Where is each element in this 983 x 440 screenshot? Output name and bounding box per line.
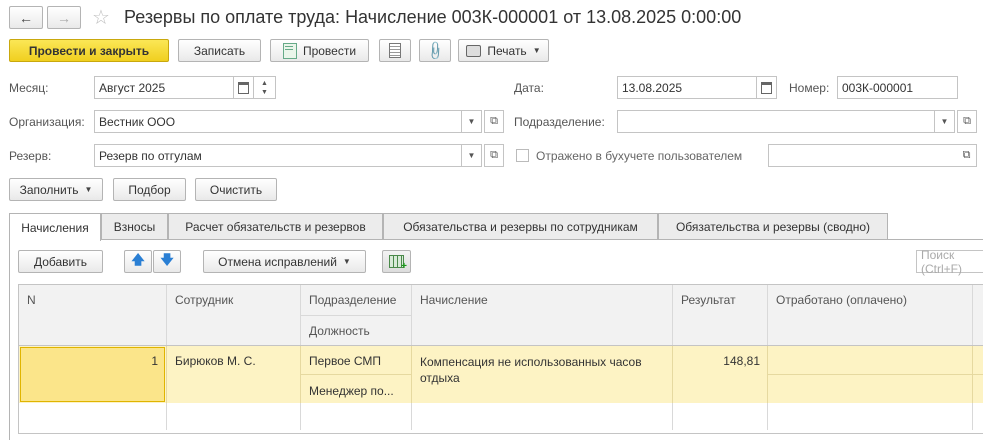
report-button[interactable] bbox=[379, 39, 411, 62]
dropdown-caret-icon: ▼ bbox=[342, 257, 351, 266]
date-field[interactable]: 13.08.2025 bbox=[617, 76, 757, 99]
back-button[interactable]: ← bbox=[9, 6, 43, 29]
tab-liabilities-by-employee[interactable]: Обязательства и резервы по сотрудникам bbox=[383, 213, 658, 239]
open-link-icon: ⧉ bbox=[490, 115, 498, 127]
printer-icon bbox=[466, 44, 482, 57]
window-title: Резервы по оплате труда: Начисление 003К… bbox=[124, 7, 742, 27]
col-divider bbox=[411, 346, 412, 403]
tab-contributions[interactable]: Взносы bbox=[101, 213, 168, 239]
move-up-button[interactable]: 🡅 bbox=[124, 250, 152, 273]
header-result[interactable]: Результат bbox=[681, 293, 736, 307]
attach-button[interactable]: 📎 bbox=[419, 39, 451, 62]
month-spin-button[interactable]: ▲ ▼ bbox=[254, 76, 276, 99]
arrow-down-icon: 🡇 bbox=[160, 251, 174, 267]
header-accrual[interactable]: Начисление bbox=[420, 293, 488, 307]
organization-label: Организация: bbox=[9, 115, 85, 129]
open-link-icon: ⧉ bbox=[962, 149, 971, 161]
calendar-button[interactable] bbox=[234, 76, 254, 99]
print-button-label: Печать bbox=[487, 43, 527, 58]
header-worked[interactable]: Отработано (оплачено) bbox=[776, 293, 907, 307]
organization-field[interactable]: Вестник ООО bbox=[94, 110, 462, 133]
post-and-close-button[interactable]: Провести и закрыть bbox=[9, 39, 169, 62]
table-add-icon: + bbox=[389, 255, 407, 272]
paperclip-icon: 📎 bbox=[424, 39, 447, 62]
reserve-open-button[interactable]: ⧉ bbox=[484, 144, 504, 167]
department-dropdown-button[interactable]: ▼ bbox=[935, 110, 955, 133]
subheader-divider bbox=[300, 315, 411, 316]
col-divider bbox=[166, 346, 167, 403]
open-link-icon: ⧉ bbox=[490, 149, 498, 161]
forward-arrow-icon: → bbox=[57, 9, 71, 26]
cell-employee[interactable]: Бирюков М. С. bbox=[175, 354, 256, 368]
arrow-up-icon: 🡅 bbox=[131, 251, 145, 267]
search-input[interactable]: Поиск (Ctrl+F) bbox=[916, 247, 983, 276]
reflected-field[interactable] bbox=[768, 144, 957, 167]
calendar-icon bbox=[761, 81, 772, 94]
spin-down-icon: ▼ bbox=[261, 88, 268, 96]
header-n[interactable]: N bbox=[27, 293, 36, 307]
col-divider bbox=[767, 346, 768, 403]
col-divider bbox=[300, 346, 301, 403]
dropdown-caret-icon: ▼ bbox=[532, 46, 541, 55]
number-label: Номер: bbox=[789, 81, 830, 95]
organization-open-button[interactable]: ⧉ bbox=[484, 110, 504, 133]
header-position[interactable]: Должность bbox=[309, 324, 370, 338]
header-employee[interactable]: Сотрудник bbox=[175, 293, 233, 307]
date-label: Дата: bbox=[514, 81, 544, 95]
add-column-button[interactable]: + bbox=[382, 250, 411, 273]
tab-accruals[interactable]: Начисления bbox=[9, 213, 101, 241]
department-open-button[interactable]: ⧉ bbox=[957, 110, 977, 133]
cancel-corrections-button[interactable]: Отмена исправлений ▼ bbox=[203, 250, 366, 273]
print-button[interactable]: Печать ▼ bbox=[458, 39, 549, 62]
chevron-down-icon: ▼ bbox=[467, 151, 476, 160]
fill-button-label: Заполнить bbox=[19, 182, 79, 197]
chevron-down-icon: ▼ bbox=[940, 117, 949, 126]
move-down-button[interactable]: 🡇 bbox=[153, 250, 181, 273]
cell-n[interactable]: 1 bbox=[20, 354, 158, 368]
post-button-label: Провести bbox=[302, 43, 357, 58]
month-label: Месяц: bbox=[9, 81, 49, 95]
fill-button[interactable]: Заполнить ▼ bbox=[9, 178, 103, 201]
col-divider bbox=[972, 346, 973, 403]
number-field[interactable]: 003К-000001 bbox=[837, 76, 958, 99]
calendar-icon bbox=[238, 81, 249, 94]
dropdown-caret-icon: ▼ bbox=[84, 185, 93, 194]
forward-button[interactable]: → bbox=[47, 6, 81, 29]
open-link-icon: ⧉ bbox=[963, 115, 971, 127]
post-button[interactable]: Провести bbox=[270, 39, 369, 62]
header-department[interactable]: Подразделение bbox=[309, 293, 396, 307]
reserve-dropdown-button[interactable]: ▼ bbox=[462, 144, 482, 167]
favorite-star-icon[interactable]: ☆ bbox=[92, 5, 110, 30]
date-calendar-button[interactable] bbox=[757, 76, 777, 99]
back-arrow-icon: ← bbox=[19, 9, 33, 26]
chevron-down-icon: ▼ bbox=[467, 117, 476, 126]
reflected-open-button[interactable]: ⧉ bbox=[957, 144, 977, 167]
cell-result[interactable]: 148,81 bbox=[681, 354, 760, 368]
month-field[interactable]: Август 2025 bbox=[94, 76, 234, 99]
select-button[interactable]: Подбор bbox=[113, 178, 186, 201]
reflected-checkbox[interactable] bbox=[516, 149, 529, 162]
organization-dropdown-button[interactable]: ▼ bbox=[462, 110, 482, 133]
cell-position[interactable]: Менеджер по... bbox=[309, 384, 394, 398]
department-label: Подразделение: bbox=[514, 115, 605, 129]
row-subdivider bbox=[767, 374, 983, 375]
cancel-corrections-label: Отмена исправлений bbox=[218, 254, 337, 269]
list-icon bbox=[389, 43, 401, 58]
cell-accrual[interactable]: Компенсация не использованных часов отды… bbox=[420, 354, 668, 386]
search-placeholder: Поиск (Ctrl+F) bbox=[921, 247, 962, 276]
tab-liabilities-summary[interactable]: Обязательства и резервы (сводно) bbox=[658, 213, 888, 239]
add-button[interactable]: Добавить bbox=[18, 250, 103, 273]
reserve-label: Резерв: bbox=[9, 149, 52, 163]
col-divider bbox=[672, 346, 673, 403]
row-subdivider bbox=[300, 374, 411, 375]
save-button[interactable]: Записать bbox=[178, 39, 261, 62]
post-doc-icon bbox=[282, 42, 297, 59]
cell-department[interactable]: Первое СМП bbox=[309, 354, 381, 368]
spin-up-icon: ▲ bbox=[261, 79, 268, 87]
tab-liabilities-calculation[interactable]: Расчет обязательств и резервов bbox=[168, 213, 383, 239]
department-field[interactable] bbox=[617, 110, 935, 133]
reflected-label: Отражено в бухучете пользователем bbox=[536, 149, 743, 163]
reserve-field[interactable]: Резерв по отгулам bbox=[94, 144, 462, 167]
clear-button[interactable]: Очистить bbox=[195, 178, 277, 201]
